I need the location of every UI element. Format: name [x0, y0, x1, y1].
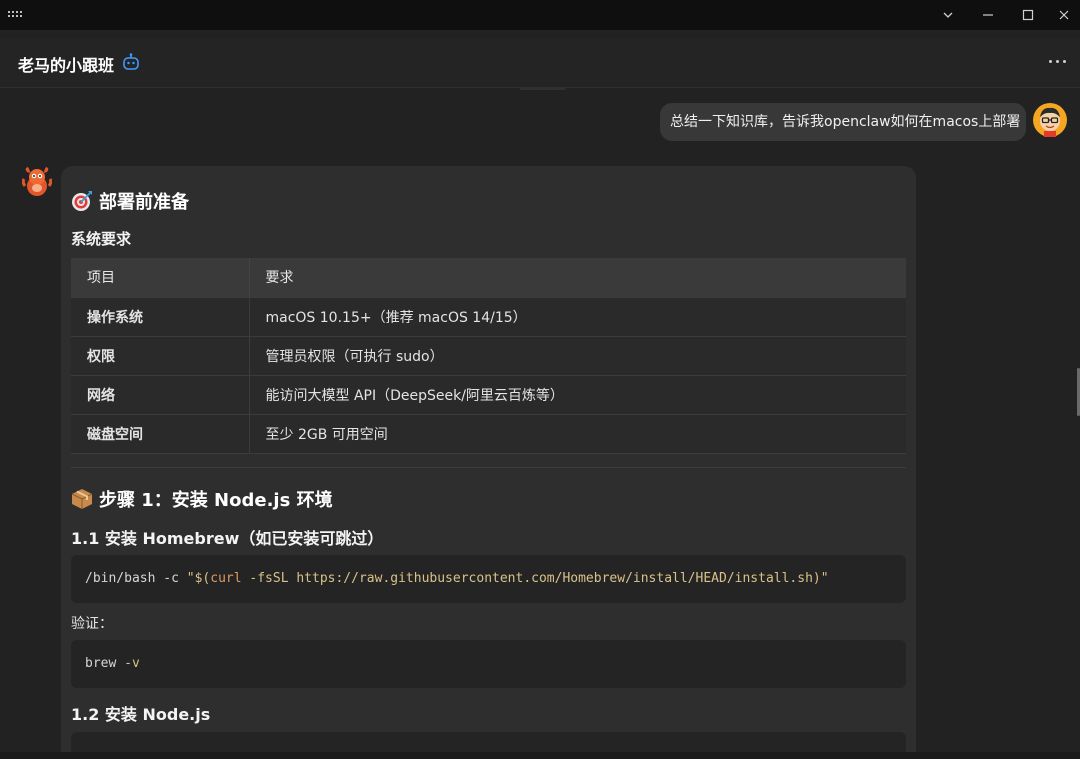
subsection-title-nodejs: 1.2 安装 Node.js	[71, 705, 211, 724]
table-cell-value: 管理员权限（可执行 sudo）	[249, 336, 906, 376]
table-header: 要求	[249, 258, 906, 298]
app-window: 老马的小跟班 总结一下知识库，告诉我openclaw如何在macos上部署 部署…	[0, 0, 1080, 759]
chevron-down-icon[interactable]	[928, 0, 968, 30]
code-block-verify[interactable]: brew -v	[71, 640, 906, 688]
table-cell-value: 至少 2GB 可用空间	[249, 414, 906, 454]
table-header-row: 项目 要求	[71, 258, 906, 298]
table-row: 操作系统 macOS 10.15+（推荐 macOS 14/15）	[71, 297, 906, 337]
section-title-preparation: 部署前准备	[71, 188, 189, 214]
title-bar	[0, 0, 1080, 30]
user-message-bubble: 总结一下知识库，告诉我openclaw如何在macos上部署	[660, 103, 1026, 141]
code-string: -fsSL https://raw.githubusercontent.com/…	[241, 571, 829, 586]
bottom-edge	[0, 752, 1080, 759]
table-header: 项目	[71, 258, 250, 298]
section-divider	[71, 467, 906, 468]
table-cell-value: 能访问大模型 API（DeepSeek/阿里云百炼等）	[249, 375, 906, 415]
system-requirements-title: 系统要求	[71, 230, 132, 248]
section-title-text: 步骤 1：安装 Node.js 环境	[99, 490, 333, 511]
maximize-icon[interactable]	[1008, 0, 1048, 30]
subsection-title-homebrew: 1.1 安装 Homebrew（如已安装可跳过）	[71, 529, 384, 548]
table-row: 网络 能访问大模型 API（DeepSeek/阿里云百炼等）	[71, 375, 906, 415]
chat-header: 老马的小跟班	[0, 38, 1080, 88]
table-cell-key: 权限	[71, 336, 250, 376]
section-title-text: 部署前准备	[99, 192, 189, 213]
package-icon	[71, 489, 93, 509]
requirements-table: 项目 要求 操作系统 macOS 10.15+（推荐 macOS 14/15） …	[71, 258, 906, 454]
table-row: 权限 管理员权限（可执行 sudo）	[71, 336, 906, 376]
user-avatar[interactable]	[1033, 103, 1067, 137]
table-row: 磁盘空间 至少 2GB 可用空间	[71, 414, 906, 454]
code-block-homebrew[interactable]: /bin/bash -c "$(curl -fsSL https://raw.g…	[71, 555, 906, 603]
code-command: /bin/bash	[85, 571, 156, 586]
more-icon[interactable]	[1049, 60, 1069, 66]
divider	[520, 88, 566, 90]
table-cell-key: 网络	[71, 375, 250, 415]
section-title-step1: 步骤 1：安装 Node.js 环境	[71, 486, 333, 512]
bot-avatar	[22, 167, 52, 196]
grip-icon[interactable]	[8, 9, 24, 21]
assistant-message-card: 部署前准备 系统要求 项目 要求 操作系统 macOS 10.15+（推荐 ma…	[61, 166, 916, 759]
code-string: "$(	[186, 571, 211, 586]
code-keyword: curl	[210, 571, 242, 586]
table-cell-key: 操作系统	[71, 297, 250, 337]
table-cell-value: macOS 10.15+（推荐 macOS 14/15）	[249, 297, 906, 337]
target-icon	[72, 191, 92, 211]
close-icon[interactable]	[1044, 0, 1080, 30]
minimize-icon[interactable]	[968, 0, 1008, 30]
verify-label: 验证：	[71, 616, 113, 632]
chat-title: 老马的小跟班	[18, 56, 115, 75]
code-command: brew	[85, 656, 117, 671]
code-flag: -c	[155, 571, 187, 586]
robot-icon	[123, 53, 139, 70]
code-flag: -v	[116, 656, 140, 671]
table-cell-key: 磁盘空间	[71, 414, 250, 454]
